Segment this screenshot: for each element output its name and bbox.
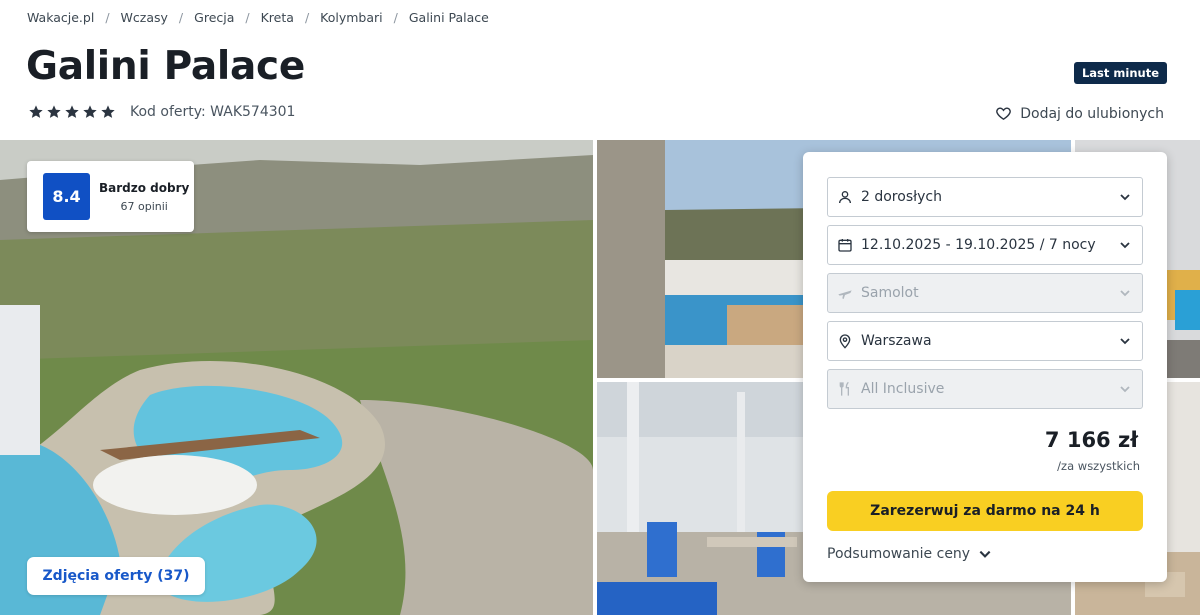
breadcrumb-item-current: Galini Palace: [408, 10, 489, 25]
breadcrumb-separator: /: [245, 10, 250, 25]
breadcrumb-separator: /: [393, 10, 398, 25]
chevron-down-icon: [1120, 290, 1130, 297]
location-pin-icon: [839, 334, 851, 349]
board-select: All Inclusive: [827, 369, 1143, 409]
breadcrumb-item-grecja[interactable]: Grecja: [194, 10, 234, 25]
transport-select: Samolot: [827, 273, 1143, 313]
add-to-favorites-button[interactable]: Dodaj do ulubionych: [995, 105, 1164, 122]
heart-icon: [996, 107, 1012, 121]
rating-card[interactable]: 8.4 Bardzo dobry 67 opinii: [27, 161, 194, 232]
chevron-down-icon: [1120, 194, 1130, 201]
departure-value: Warszawa: [861, 333, 932, 349]
total-price: 7 166 zł: [1044, 428, 1138, 452]
star-icon: [101, 105, 115, 118]
breadcrumb-item-kolymbari[interactable]: Kolymbari: [320, 10, 382, 25]
travelers-value: 2 dorosłych: [861, 189, 942, 205]
departure-select[interactable]: Warszawa: [827, 321, 1143, 361]
travelers-select[interactable]: 2 dorosłych: [827, 177, 1143, 217]
breadcrumb-item-wczasy[interactable]: Wczasy: [121, 10, 168, 25]
breadcrumb: Wakacje.pl / Wczasy / Grecja / Kreta / K…: [27, 10, 489, 25]
breadcrumb-item-wakacje[interactable]: Wakacje.pl: [27, 10, 94, 25]
chevron-down-icon: [1120, 338, 1130, 345]
breadcrumb-separator: /: [178, 10, 184, 25]
rating-label: Bardzo dobry: [99, 180, 190, 195]
offer-photos-button[interactable]: Zdjęcia oferty (37): [27, 557, 205, 595]
booking-panel: 2 dorosłych 12.10.2025 - 19.10.2025 / 7 …: [803, 152, 1167, 582]
star-icon: [83, 105, 97, 118]
breadcrumb-item-kreta[interactable]: Kreta: [261, 10, 294, 25]
star-rating: [28, 104, 116, 120]
last-minute-badge: Last minute: [1073, 62, 1167, 84]
transport-value: Samolot: [861, 285, 919, 301]
reserve-button[interactable]: Zarezerwuj za darmo na 24 h: [827, 491, 1143, 531]
plane-icon: [838, 290, 852, 299]
star-icon: [29, 105, 43, 118]
price-note: /za wszystkich: [1057, 459, 1140, 473]
price-summary-toggle[interactable]: Podsumowanie ceny: [827, 546, 992, 562]
cutlery-icon: [839, 381, 849, 396]
chevron-down-icon: [1120, 386, 1130, 393]
star-icon: [47, 105, 61, 118]
breadcrumb-separator: /: [304, 10, 310, 25]
person-icon: [839, 191, 851, 204]
chevron-down-icon: [979, 550, 991, 558]
rating-text: Bardzo dobry 67 opinii: [99, 181, 189, 213]
dates-select[interactable]: 12.10.2025 - 19.10.2025 / 7 nocy: [827, 225, 1143, 265]
review-count: 67 opinii: [120, 199, 168, 213]
breadcrumb-separator: /: [105, 10, 110, 25]
dates-value: 12.10.2025 - 19.10.2025 / 7 nocy: [861, 237, 1096, 253]
price-summary-label: Podsumowanie ceny: [827, 546, 971, 562]
board-value: All Inclusive: [861, 381, 945, 397]
page-title: Galini Palace: [26, 44, 305, 89]
chevron-down-icon: [1120, 242, 1130, 249]
favorites-label: Dodaj do ulubionych: [1020, 105, 1164, 122]
calendar-icon: [838, 239, 852, 252]
rating-score: 8.4: [43, 173, 90, 220]
offer-code: Kod oferty: WAK574301: [130, 104, 296, 120]
star-icon: [65, 105, 79, 118]
